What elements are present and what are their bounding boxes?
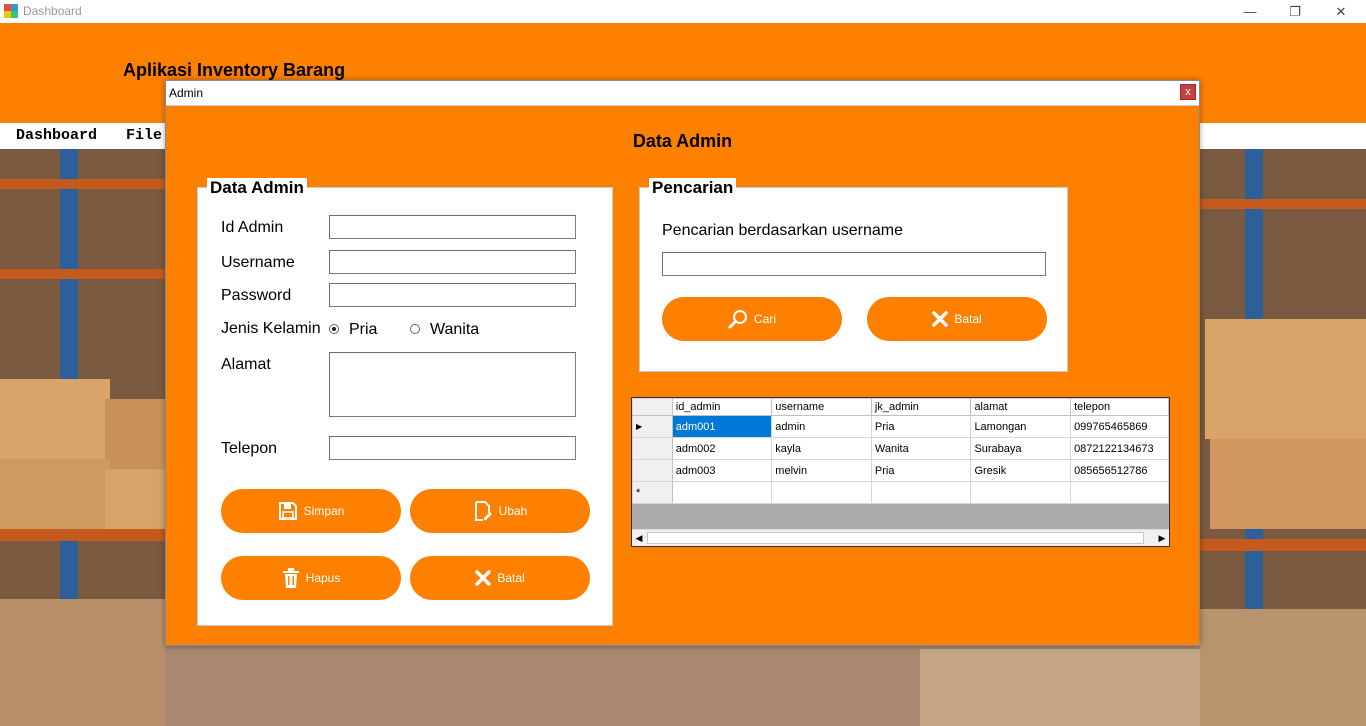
gender-label: Jenis Kelamin	[221, 320, 321, 337]
radio-pria-label[interactable]: Pria	[349, 321, 377, 339]
trash-icon	[282, 568, 299, 588]
radio-wanita[interactable]	[410, 324, 420, 334]
admin-dialog: Admin x Data Admin Data Admin Id Admin U…	[165, 80, 1200, 646]
table-row[interactable]: adm002 kayla Wanita Surabaya 08721221346…	[632, 437, 1169, 460]
dialog-title: Admin	[169, 86, 204, 100]
table-cell[interactable]: 099765465869	[1070, 415, 1169, 438]
username-input[interactable]	[329, 250, 576, 274]
id-admin-input[interactable]	[329, 215, 576, 239]
table-cell[interactable]	[671, 481, 773, 504]
simpan-label: Simpan	[303, 504, 345, 518]
hapus-button[interactable]: Hapus	[221, 556, 401, 600]
row-header[interactable]	[632, 459, 673, 482]
table-row[interactable]: adm003 melvin Pria Gresik 085656512786	[632, 459, 1169, 482]
username-label: Username	[221, 254, 295, 271]
table-cell[interactable]: adm003	[671, 459, 773, 482]
table-cell[interactable]	[1070, 481, 1169, 504]
cari-label: Cari	[753, 312, 776, 326]
alamat-label: Alamat	[221, 356, 271, 373]
window-title: Dashboard	[23, 4, 82, 18]
table-cell[interactable]: Pria	[870, 459, 972, 482]
close-icon: ✕	[1335, 3, 1347, 19]
new-row-indicator[interactable]: *	[632, 481, 673, 504]
radio-pria[interactable]	[329, 324, 339, 334]
admin-table: id_admin username jk_admin alamat telepo…	[632, 398, 1169, 504]
scroll-left-icon[interactable]: ◀	[634, 533, 644, 543]
password-label: Password	[221, 287, 292, 304]
table-cell[interactable]: Lamongan	[970, 415, 1072, 438]
row-header[interactable]	[632, 437, 673, 460]
ubah-button[interactable]: Ubah	[410, 489, 590, 533]
app-icon	[4, 4, 18, 18]
ubah-label: Ubah	[498, 504, 528, 518]
table-cell[interactable]: kayla	[771, 437, 872, 460]
search-label: Pencarian berdasarkan username	[662, 222, 904, 239]
search-icon	[728, 310, 747, 329]
horizontal-scrollbar[interactable]: ◀ ▶	[632, 529, 1169, 546]
restore-button[interactable]: ❐	[1272, 0, 1318, 23]
table-cell[interactable]: adm002	[671, 437, 773, 460]
table-cell[interactable]: admin	[771, 415, 872, 438]
menu-dashboard[interactable]: Dashboard	[16, 127, 97, 144]
minimize-button[interactable]: —	[1227, 0, 1273, 23]
table-cell[interactable]	[970, 481, 1072, 504]
search-input[interactable]	[662, 252, 1046, 276]
close-icon	[932, 311, 949, 327]
column-header-jk-admin[interactable]: jk_admin	[870, 398, 972, 416]
scroll-right-icon[interactable]: ▶	[1157, 533, 1167, 543]
hapus-label: Hapus	[305, 571, 341, 585]
row-header-corner	[632, 398, 673, 416]
column-header-telepon[interactable]: telepon	[1070, 398, 1169, 416]
batal-search-button[interactable]: Batal	[867, 297, 1047, 341]
close-window-button[interactable]: ✕	[1318, 0, 1364, 23]
alamat-textarea[interactable]	[329, 352, 576, 417]
current-row-indicator[interactable]: ▶	[632, 415, 673, 438]
table-cell[interactable]: melvin	[771, 459, 872, 482]
radio-wanita-label[interactable]: Wanita	[430, 321, 479, 339]
table-cell[interactable]: adm001	[671, 415, 773, 438]
table-cell[interactable]	[771, 481, 872, 504]
table-cell[interactable]: Surabaya	[970, 437, 1072, 460]
dialog-close-button[interactable]: x	[1180, 84, 1196, 100]
minimize-icon: —	[1243, 4, 1257, 19]
telepon-label: Telepon	[221, 440, 278, 457]
table-cell[interactable]: Gresik	[970, 459, 1072, 482]
simpan-button[interactable]: Simpan	[221, 489, 401, 533]
telepon-input[interactable]	[329, 436, 576, 460]
pencarian-legend: Pencarian	[649, 178, 737, 198]
table-cell[interactable]: 0872122134673	[1070, 437, 1169, 460]
table-row[interactable]: ▶ adm001 admin Pria Lamongan 09976546586…	[632, 415, 1169, 438]
scrollbar-thumb[interactable]	[647, 532, 1144, 544]
batal-form-label: Batal	[497, 571, 525, 585]
password-input[interactable]	[329, 283, 576, 307]
batal-form-button[interactable]: Batal	[410, 556, 590, 600]
edit-document-icon	[474, 501, 492, 521]
table-cell[interactable]: 085656512786	[1070, 459, 1169, 482]
pencarian-group: Pencarian Pencarian berdasarkan username…	[639, 178, 1068, 372]
menu-file[interactable]: File	[126, 127, 162, 144]
column-header-alamat[interactable]: alamat	[970, 398, 1072, 416]
app-title: Aplikasi Inventory Barang	[123, 60, 346, 80]
table-cell[interactable]	[870, 481, 972, 504]
table-cell[interactable]: Wanita	[870, 437, 972, 460]
batal-search-label: Batal	[954, 312, 982, 326]
id-admin-label: Id Admin	[221, 219, 284, 236]
new-table-row[interactable]: *	[632, 481, 1169, 504]
data-admin-legend: Data Admin	[207, 178, 307, 198]
column-header-id-admin[interactable]: id_admin	[671, 398, 773, 416]
table-cell[interactable]: Pria	[870, 415, 972, 438]
dialog-titlebar: Admin x	[166, 81, 1199, 106]
close-icon	[475, 570, 492, 586]
admin-data-grid[interactable]: id_admin username jk_admin alamat telepo…	[631, 397, 1170, 547]
save-icon	[278, 502, 297, 520]
window-titlebar: Dashboard — ❐ ✕	[0, 0, 1366, 23]
restore-icon: ❐	[1289, 3, 1301, 19]
column-header-username[interactable]: username	[771, 398, 872, 416]
table-header-row: id_admin username jk_admin alamat telepo…	[632, 398, 1169, 416]
cari-button[interactable]: Cari	[662, 297, 842, 341]
page-title: Data Admin	[632, 131, 733, 151]
data-admin-group: Data Admin Id Admin Username Password Je…	[197, 178, 613, 626]
